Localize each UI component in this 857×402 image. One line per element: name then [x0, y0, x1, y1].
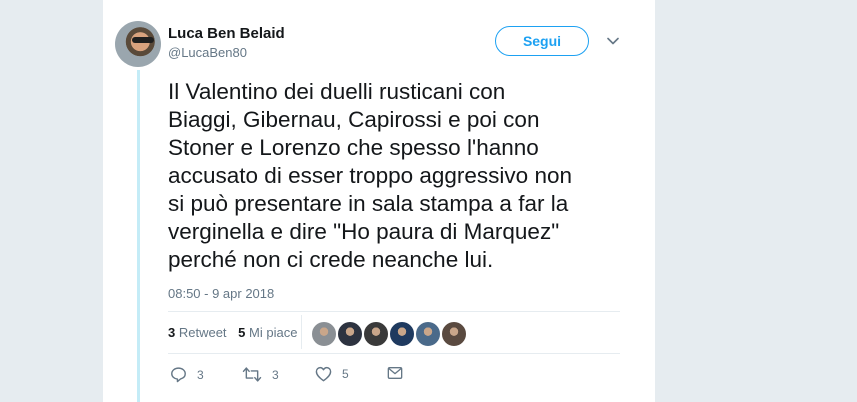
liker-avatar[interactable]: [311, 321, 337, 347]
envelope-icon: [387, 367, 403, 379]
direct-message-button[interactable]: [387, 366, 403, 380]
tweet-stats: 3 Retweet 5 Mi piace: [168, 325, 305, 340]
reply-count: 3: [197, 367, 204, 382]
retweet-stat[interactable]: 3 Retweet: [168, 325, 227, 340]
reply-icon: [171, 367, 186, 383]
liker-avatar[interactable]: [441, 321, 467, 347]
heart-icon: [315, 366, 332, 382]
tweet-text: Il Valentino dei duelli rusticani con Bi…: [168, 79, 572, 272]
chevron-down-icon[interactable]: [607, 35, 619, 47]
thread-line: [137, 70, 140, 402]
like-stat[interactable]: 5 Mi piace: [238, 325, 297, 340]
liker-avatar[interactable]: [415, 321, 441, 347]
user-handle[interactable]: @LucaBen80: [168, 45, 247, 60]
like-count: 5: [342, 367, 349, 381]
tweet-timestamp[interactable]: 08:50 - 9 apr 2018: [168, 286, 274, 301]
like-button[interactable]: 5: [315, 366, 349, 382]
avatar[interactable]: [115, 21, 161, 67]
divider: [168, 353, 620, 354]
retweet-button[interactable]: 3: [242, 366, 279, 383]
stats-separator: [301, 315, 302, 349]
liker-avatar[interactable]: [337, 321, 363, 347]
divider: [168, 311, 620, 312]
retweet-icon: [242, 367, 262, 382]
liker-avatar[interactable]: [389, 321, 415, 347]
reply-button[interactable]: 3: [170, 366, 204, 383]
follow-button[interactable]: Segui: [495, 26, 589, 56]
liker-avatar[interactable]: [363, 321, 389, 347]
retweet-count: 3: [272, 367, 279, 382]
user-name[interactable]: Luca Ben Belaid: [168, 25, 285, 42]
